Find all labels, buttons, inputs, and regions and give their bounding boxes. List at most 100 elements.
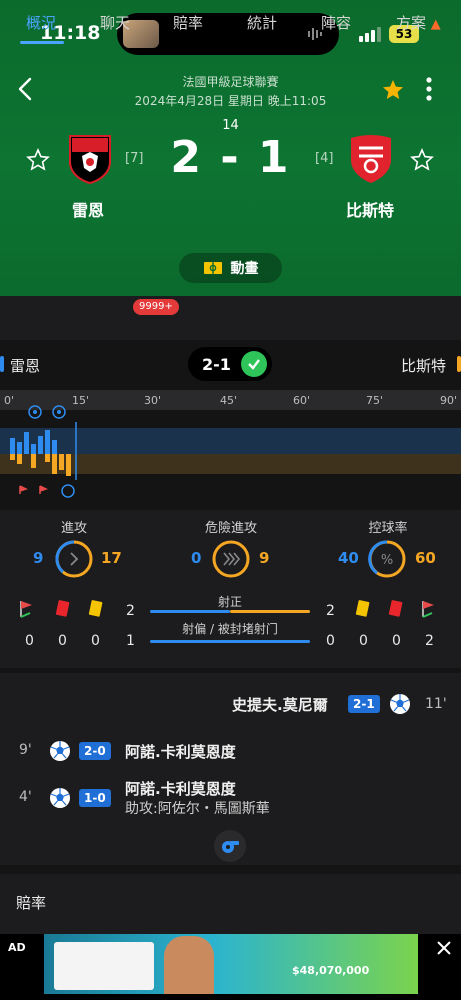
tick-75: 75' <box>366 394 384 407</box>
on-target-away-bar <box>230 610 310 613</box>
check-icon <box>240 351 267 377</box>
football-icon <box>50 788 70 808</box>
tick-90: 90' <box>440 394 458 407</box>
home-red-cards: 0 <box>58 633 67 649</box>
home-corner-flag-icon <box>20 601 32 618</box>
tab-plans-label: 方案 <box>396 14 427 32</box>
on-target-home-bar <box>150 610 230 613</box>
away-red-cards: 0 <box>392 633 401 649</box>
dangerous-attack-away: 9 <box>259 549 270 567</box>
tick-60: 60' <box>293 394 311 407</box>
on-target-home: 2 <box>126 603 135 619</box>
away-color-marker <box>457 356 461 372</box>
dangerous-attack-ring <box>212 540 250 578</box>
event-minute: 4' <box>19 789 32 805</box>
away-team-logo[interactable] <box>345 132 397 184</box>
away-corner-flag-icon <box>422 601 434 618</box>
home-yellow-card-icon <box>88 600 103 617</box>
signal-icon <box>359 27 381 42</box>
summary-away-name: 比斯特 <box>401 357 447 375</box>
fire-icon: ▲ <box>430 17 441 32</box>
home-goal-ball-icon <box>28 405 42 419</box>
follow-away-star-icon[interactable] <box>410 148 434 172</box>
attack-ring <box>55 540 93 578</box>
dangerous-attack-label: 危險進攻 <box>204 521 257 536</box>
summary-home-name: 雷恩 <box>10 357 41 375</box>
close-icon[interactable] <box>436 940 452 956</box>
odds-section-title: 賠率 <box>16 894 47 912</box>
away-team-name[interactable]: 比斯特 <box>346 197 394 221</box>
football-icon <box>50 741 70 761</box>
dynamic-island[interactable] <box>117 13 339 55</box>
possession-away: 60 <box>415 549 436 567</box>
momentum-chart <box>0 422 461 498</box>
tick-15: 15' <box>72 394 90 407</box>
ad-stats-card <box>54 942 154 990</box>
event-assist: 助攻:阿佐尔・馬圖斯華 <box>125 801 270 817</box>
attack-away: 17 <box>101 549 122 567</box>
animation-label: 動畫 <box>230 261 259 277</box>
odds-section[interactable] <box>0 874 461 934</box>
whistle-icon <box>222 841 239 853</box>
home-color-marker <box>0 356 4 372</box>
tab-lineup[interactable]: 陣容 <box>321 12 351 33</box>
possession-home: 40 <box>338 549 359 567</box>
ad-label: AD <box>8 941 26 954</box>
favorite-star-icon[interactable] <box>381 78 405 102</box>
home-yellow-cards: 0 <box>91 633 100 649</box>
home-team-logo[interactable] <box>64 132 116 184</box>
event-score: 2-1 <box>348 695 380 713</box>
attack-label: 進攻 <box>60 521 87 536</box>
home-team-rank: [7] <box>125 151 144 166</box>
event-player: 史提夫.莫尼爾 <box>232 696 328 714</box>
football-icon <box>390 694 410 714</box>
possession-ring: % <box>368 540 406 578</box>
active-tab-indicator <box>20 41 64 44</box>
away-red-card-icon <box>388 600 403 617</box>
final-score: 2-1 <box>202 354 231 374</box>
off-target-label: 射偏 / 被封堵射门 <box>182 622 278 636</box>
match-start-button[interactable] <box>214 830 246 862</box>
svg-text:%: % <box>381 553 393 568</box>
home-red-card-icon <box>55 600 70 617</box>
away-team-rank: [4] <box>315 151 334 166</box>
home-corners: 0 <box>25 633 34 649</box>
home-team-name[interactable]: 雷恩 <box>72 197 104 221</box>
tab-bar <box>0 296 461 340</box>
event-score: 1-0 <box>79 789 111 807</box>
tick-0: 0' <box>4 394 15 407</box>
possession-label: 控球率 <box>368 521 408 536</box>
event-minute: 9' <box>19 742 32 758</box>
match-minute: 14 <box>222 118 239 133</box>
on-target-label: 射正 <box>217 595 242 609</box>
tab-overview[interactable]: 概況 <box>26 12 56 33</box>
event-player: 阿諾.卡利莫恩度 <box>125 780 236 798</box>
tab-plans[interactable]: 方案 ▲ <box>396 12 441 33</box>
tick-45: 45' <box>220 394 238 407</box>
animation-button[interactable]: 動畫 <box>179 253 282 283</box>
ad-banner[interactable]: $48,070,000 <box>44 934 418 994</box>
tab-odds[interactable]: 賠率 <box>173 12 203 33</box>
home-goal-ball-icon-2 <box>52 405 66 419</box>
off-target-home-bar <box>150 640 310 643</box>
ad-player-image <box>164 936 214 994</box>
off-target-away: 0 <box>326 633 335 649</box>
tab-stats[interactable]: 統計 <box>247 12 277 33</box>
tab-chat[interactable]: 聊天 <box>100 12 130 33</box>
attack-home: 9 <box>33 549 44 567</box>
tick-30: 30' <box>144 394 162 407</box>
chat-count-badge: 9999+ <box>133 299 179 315</box>
away-yellow-card-icon <box>355 600 370 617</box>
away-yellow-cards: 0 <box>359 633 368 649</box>
ad-amount: $48,070,000 <box>292 964 370 977</box>
event-player: 阿諾.卡利莫恩度 <box>125 743 236 761</box>
event-score: 2-0 <box>79 742 111 760</box>
final-score-pill: 2-1 <box>188 347 272 381</box>
pitch-icon <box>203 262 222 274</box>
away-corners: 2 <box>425 633 434 649</box>
event-minute: 11' <box>425 696 447 712</box>
follow-home-star-icon[interactable] <box>26 148 50 172</box>
dangerous-attack-home: 0 <box>191 549 202 567</box>
on-target-away: 2 <box>326 603 335 619</box>
more-options-icon[interactable] <box>424 76 434 102</box>
